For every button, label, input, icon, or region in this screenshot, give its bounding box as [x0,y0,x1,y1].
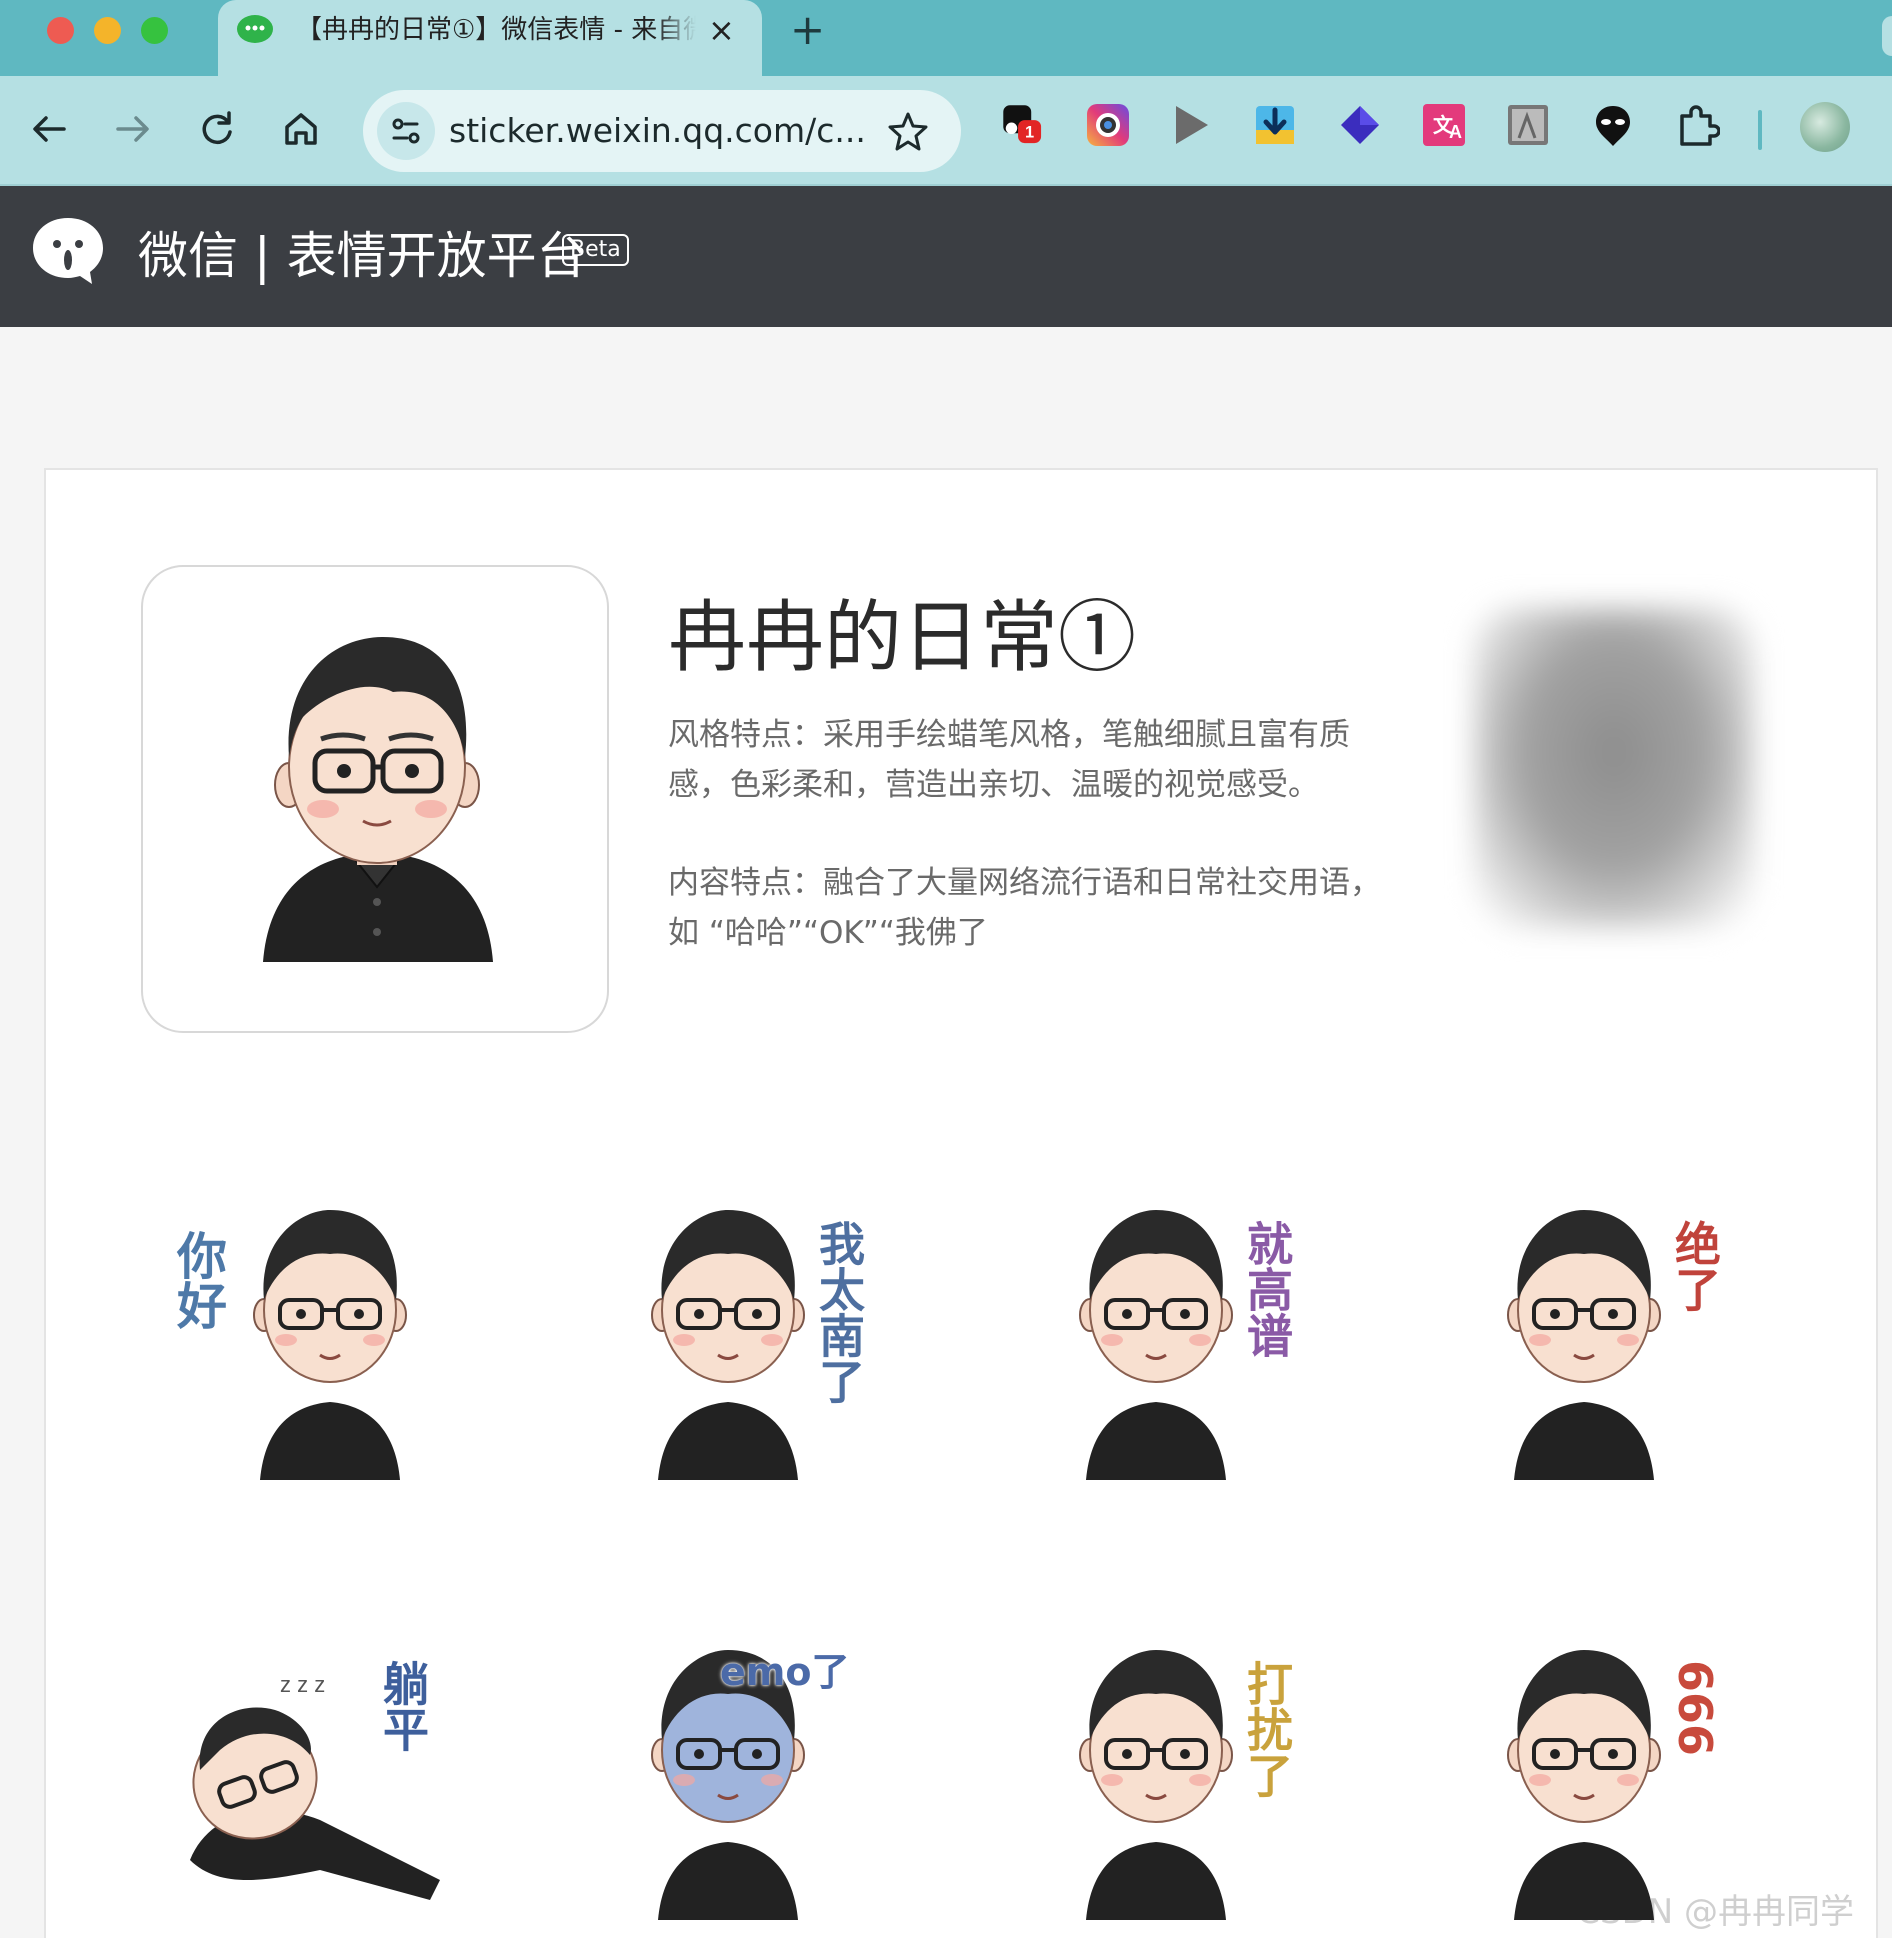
tab-close-icon[interactable]: × [708,10,735,50]
address-bar[interactable]: sticker.weixin.qq.com/c... [363,90,961,172]
tab-title: 【冉冉的日常①】微信表情 - 来自微信表情开放平台 [296,12,696,48]
site-settings-button[interactable] [377,102,435,160]
back-arrow-icon[interactable] [24,104,74,154]
sticker-item[interactable]: 666 [1434,1630,1754,1930]
sticker-item[interactable]: 我太南了 [578,1190,898,1490]
cartoon-avatar-image [263,637,493,962]
style-description: 风格特点：采用手绘蜡笔风格，笔触细腻且富有质感，色彩柔和，营造出亲切、温暖的视觉… [668,717,1350,803]
browser-toolbar: sticker.weixin.qq.com/c... 1 文 A [0,76,1892,186]
reload-icon[interactable] [192,104,242,154]
svg-text:A: A [1449,122,1462,142]
sticker-caption: emo了 [720,1650,850,1694]
pack-cover-image [141,565,609,1033]
maximize-window-button[interactable] [141,17,168,44]
bookmark-star-icon[interactable] [883,106,933,156]
home-icon[interactable] [276,104,326,154]
close-window-button[interactable] [47,17,74,44]
forward-arrow-icon[interactable] [108,104,158,154]
minimize-window-button[interactable] [94,17,121,44]
sticker-item[interactable]: emo了 [578,1630,898,1930]
download-extension-icon[interactable] [1252,102,1298,148]
play-extension-icon[interactable] [1168,102,1214,148]
extension-badge-count: 1 [1025,123,1034,141]
active-tab[interactable]: 【冉冉的日常①】微信表情 - 来自微信表情开放平台 × [218,0,762,76]
sticker-pack-card: 冉冉的日常① 风格特点：采用手绘蜡笔风格，笔触细腻且富有质感，色彩柔和，营造出亲… [44,468,1878,1938]
extensions-puzzle-icon[interactable] [1674,102,1720,148]
translate-extension-icon[interactable]: 文 A [1421,102,1467,148]
sticker-item[interactable]: 就高谱 [1006,1190,1326,1490]
tab-strip-edge [1882,16,1892,56]
wechat-sticker-logo[interactable] [30,214,106,288]
new-tab-button[interactable]: + [790,6,825,54]
toolbar-divider [1758,110,1762,150]
browser-tab-bar: 【冉冉的日常①】微信表情 - 来自微信表情开放平台 × + [0,0,1892,76]
sticker-item[interactable]: z z z 躺平 [150,1630,470,1930]
svg-text:z z z: z z z [280,1672,325,1697]
sticker-caption: 666 [1668,1660,1722,1757]
sticker-item[interactable]: 绝了 [1434,1190,1754,1490]
sticker-item[interactable]: 打扰了 [1006,1630,1326,1930]
sticker-item[interactable]: 你好 [150,1190,470,1490]
qr-code-blurred [1424,568,1798,1020]
sticker-caption: 打扰了 [1240,1660,1294,1798]
image-extension-icon[interactable] [1505,102,1551,148]
layers-extension-icon[interactable] [1337,102,1383,148]
site-header: 微信 | 表情开放平台 Beta [0,186,1892,327]
beta-badge: Beta [562,234,629,266]
wechat-icon [237,15,273,43]
url-text: sticker.weixin.qq.com/c... [449,111,866,150]
sticker-caption: 你好 [169,1230,227,1330]
site-title[interactable]: 微信 | 表情开放平台 [138,226,587,286]
sticker-caption: 躺平 [376,1660,430,1752]
profile-avatar[interactable] [1800,102,1850,152]
sticker-caption: 我太南了 [812,1220,866,1404]
camera-extension-icon[interactable] [1085,102,1131,148]
sticker-caption: 就高谱 [1240,1220,1294,1358]
ninja-mask-icon[interactable] [1590,102,1636,148]
content-description: 内容特点：融合了大量网络流行语和日常社交用语，如 “哈哈”“OK”“我佛了 [668,865,1381,951]
extension-badge-icon[interactable]: 1 [1000,102,1046,148]
pack-title: 冉冉的日常① [668,593,1137,683]
sticker-caption: 绝了 [1668,1220,1722,1312]
tune-icon [392,118,420,144]
